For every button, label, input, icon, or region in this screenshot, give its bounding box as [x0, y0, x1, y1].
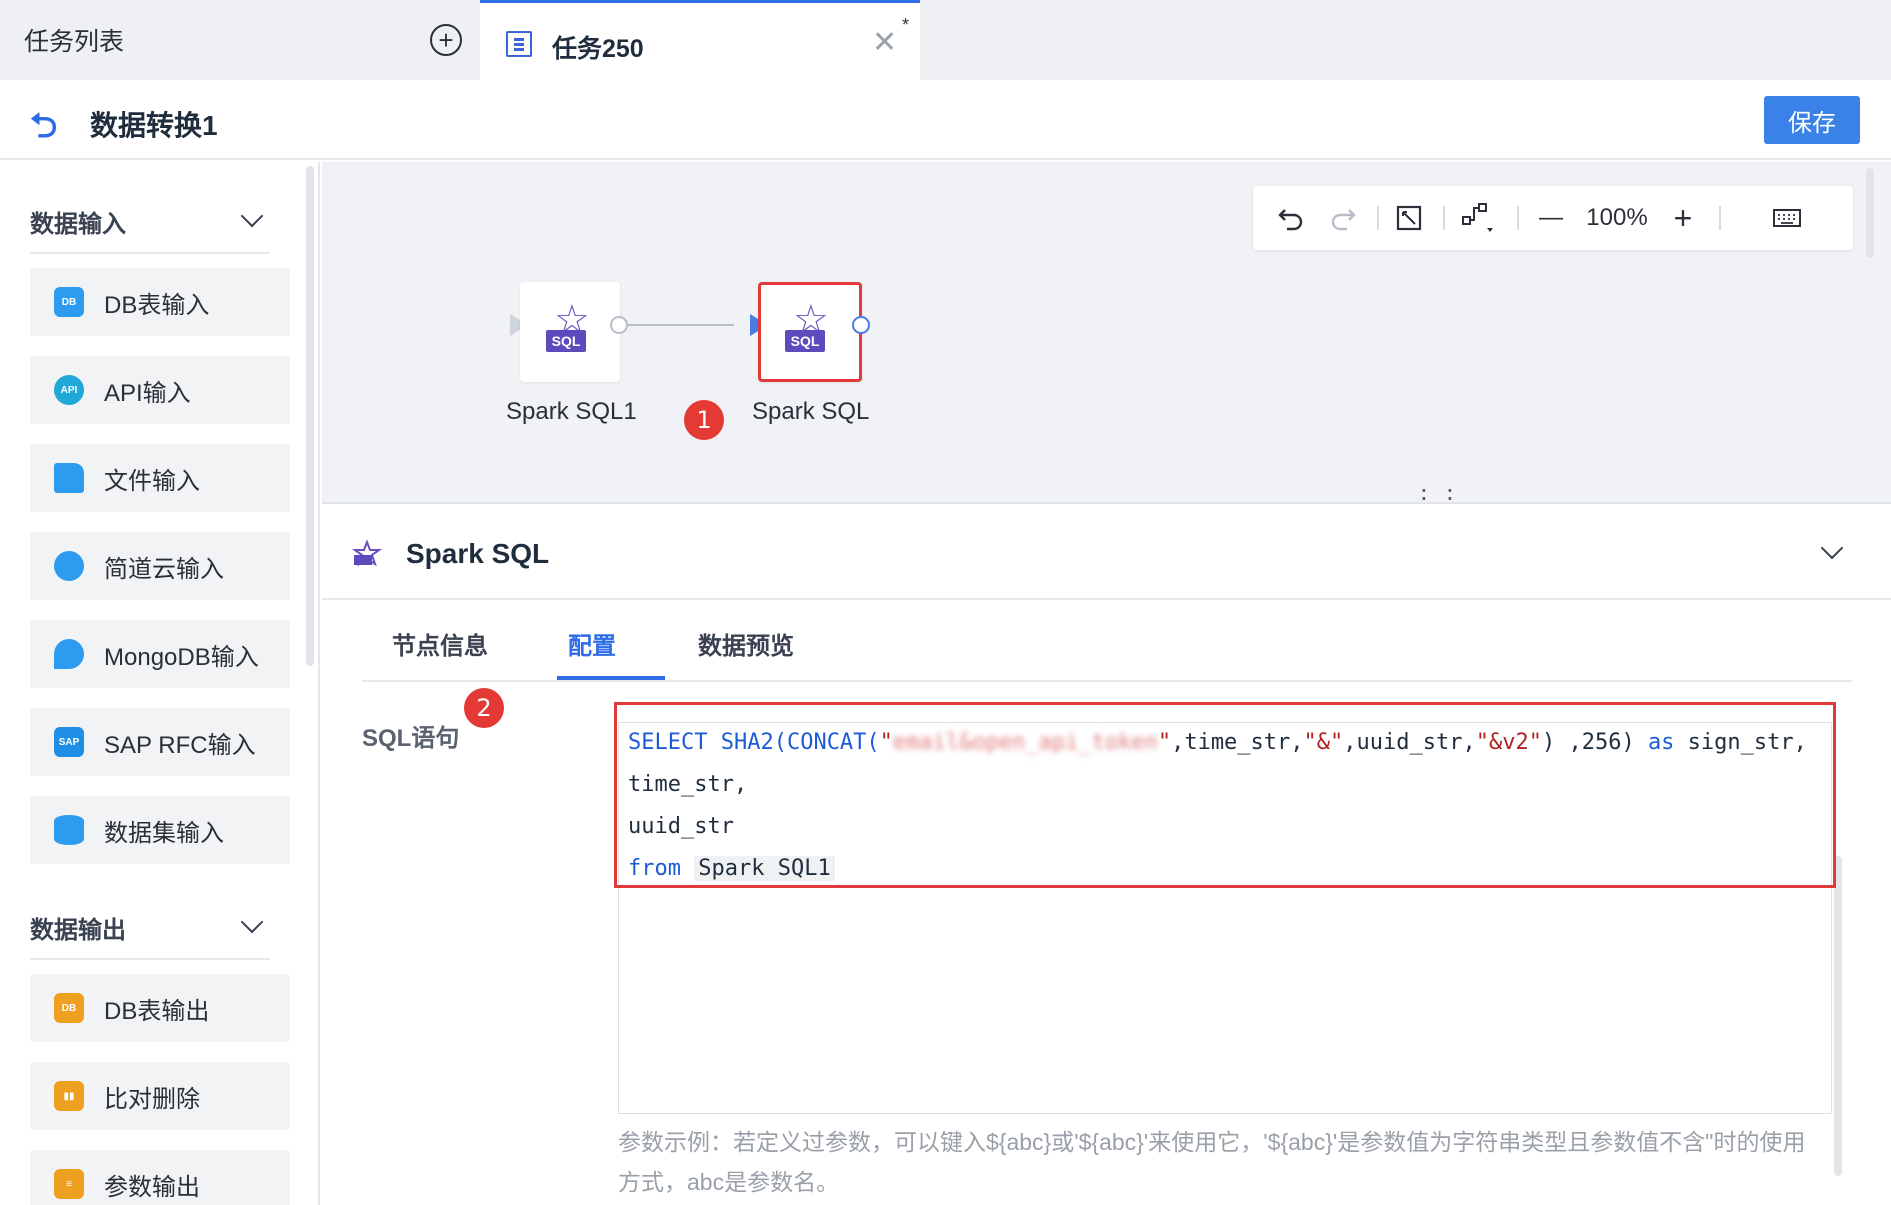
spark-sql-icon: ☆ SQL [783, 300, 835, 352]
sql-highlight-box [614, 702, 1836, 888]
canvas-toolbar: — 100% + [1253, 186, 1853, 250]
component-sidebar: 数据输入 DB DB表输入 API API输入 文件输入 简道云输入 Mongo… [0, 162, 320, 1205]
tab-task-list[interactable]: 任务列表 + [0, 0, 480, 80]
back-icon[interactable]: ⮌ [30, 102, 57, 159]
save-button[interactable]: 保存 [1764, 96, 1860, 144]
panel-tabs: 节点信息 配置 数据预览 [362, 600, 1852, 682]
toolbar-divider [1443, 206, 1445, 230]
node-config-panel: Spark SQL 节点信息 配置 数据预览 SQL语句 SELECT SHA2… [322, 504, 1891, 1205]
active-tab-indicator [557, 676, 665, 680]
node-spark-sql[interactable]: ☆ SQL [758, 282, 862, 382]
toolbar-divider [1719, 206, 1721, 230]
folder-icon [54, 463, 84, 493]
tab-bar: 任务列表 + 任务250 ✕ * [0, 0, 1891, 80]
modified-marker: * [902, 15, 910, 35]
plus-circle-icon[interactable]: + [430, 24, 462, 56]
sidebar-item-label: SAP RFC输入 [104, 731, 256, 759]
sidebar-item-db-input[interactable]: DB DB表输入 [30, 268, 290, 336]
toolbar-divider [1377, 206, 1379, 230]
fit-view-icon[interactable] [1391, 200, 1427, 236]
page-header: ⮌ 数据转换1 保存 [0, 80, 1891, 160]
database-icon [54, 815, 84, 845]
panel-title: Spark SQL [406, 538, 550, 569]
tab-task-250-label: 任务250 [552, 35, 644, 63]
zoom-out-icon[interactable]: — [1533, 200, 1569, 236]
node-label-spark-sql1: Spark SQL1 [506, 398, 637, 425]
zoom-level: 100% [1586, 204, 1648, 231]
sidebar-item-file-input[interactable]: 文件输入 [30, 444, 290, 512]
sidebar-item-api-input[interactable]: API API输入 [30, 356, 290, 424]
spark-sql-icon: ☆ SQL [544, 300, 596, 352]
section-data-input[interactable]: 数据输入 [30, 204, 270, 254]
toolbar-divider [1517, 206, 1519, 230]
sidebar-item-label: 参数输出 [104, 1173, 200, 1201]
panel-header[interactable]: Spark SQL [322, 504, 1891, 600]
sidebar-item-label: 文件输入 [104, 467, 200, 495]
param-output-icon: ≡ [54, 1169, 84, 1199]
sidebar-item-label: MongoDB输入 [104, 643, 259, 671]
chevron-down-icon[interactable] [1820, 536, 1844, 560]
connection-edge[interactable] [628, 324, 734, 326]
sidebar-item-label: 简道云输入 [104, 555, 224, 583]
sidebar-item-label: 数据集输入 [104, 819, 224, 847]
sidebar-item-label: DB表输出 [104, 997, 210, 1025]
sidebar-item-label: 比对删除 [104, 1085, 200, 1113]
spark-sql-icon [351, 539, 383, 568]
document-icon [506, 31, 532, 57]
close-icon[interactable]: ✕ [872, 25, 897, 60]
annotation-badge-1: 1 [684, 400, 724, 440]
leaf-icon [54, 639, 84, 669]
db-table-icon: DB [54, 287, 84, 317]
section-data-output-label: 数据输出 [30, 917, 126, 944]
page-title: 数据转换1 [90, 110, 218, 141]
canvas-scrollbar[interactable] [1866, 168, 1874, 258]
keyboard-icon[interactable] [1767, 200, 1807, 236]
compare-icon: ▮▮ [54, 1081, 84, 1111]
sidebar-item-label: DB表输入 [104, 291, 210, 319]
cloud-icon [54, 551, 84, 581]
sidebar-item-param-output[interactable]: ≡ 参数输出 [30, 1150, 290, 1205]
node-output-port[interactable] [610, 316, 628, 334]
node-label-spark-sql: Spark SQL [752, 398, 870, 425]
db-export-icon: DB [54, 993, 84, 1023]
tab-task-250[interactable]: 任务250 ✕ * [480, 0, 920, 80]
sidebar-item-sap-input[interactable]: SAP SAP RFC输入 [30, 708, 290, 776]
section-data-output[interactable]: 数据输出 [30, 910, 270, 960]
undo-icon[interactable] [1273, 200, 1309, 236]
sidebar-item-db-output[interactable]: DB DB表输出 [30, 974, 290, 1042]
tab-node-info[interactable]: 节点信息 [392, 626, 488, 661]
node-spark-sql1[interactable]: ☆ SQL [520, 282, 620, 382]
flow-canvas[interactable]: — 100% + ☆ SQL Spark SQL1 ☆ SQL Spark SQ… [322, 162, 1891, 512]
api-icon: API [54, 375, 84, 405]
sidebar-item-jdy-input[interactable]: 简道云输入 [30, 532, 290, 600]
sidebar-scrollbar[interactable] [306, 166, 314, 666]
sap-icon: SAP [54, 727, 84, 757]
section-data-input-label: 数据输入 [30, 211, 126, 238]
tab-data-preview[interactable]: 数据预览 [698, 626, 794, 661]
sidebar-item-mongodb-input[interactable]: MongoDB输入 [30, 620, 290, 688]
redo-icon[interactable] [1325, 200, 1361, 236]
editor-scrollbar[interactable] [1834, 856, 1842, 1176]
zoom-in-icon[interactable]: + [1665, 200, 1701, 236]
chevron-down-icon[interactable] [240, 204, 264, 228]
sql-statement-label: SQL语句 [362, 725, 460, 752]
chevron-down-icon[interactable] [240, 910, 264, 934]
sidebar-item-compare-delete[interactable]: ▮▮ 比对删除 [30, 1062, 290, 1130]
parameter-hint: 参数示例：若定义过参数，可以键入${abc}或'${abc}'来使用它，'${a… [618, 1129, 1806, 1195]
annotation-badge-2: 2 [464, 688, 504, 728]
node-output-port[interactable] [852, 316, 870, 334]
sidebar-item-label: API输入 [104, 379, 191, 407]
layout-icon[interactable] [1457, 200, 1501, 236]
tab-config[interactable]: 配置 [568, 626, 616, 661]
sidebar-item-dataset-input[interactable]: 数据集输入 [30, 796, 290, 864]
tab-task-list-label: 任务列表 [24, 28, 125, 56]
